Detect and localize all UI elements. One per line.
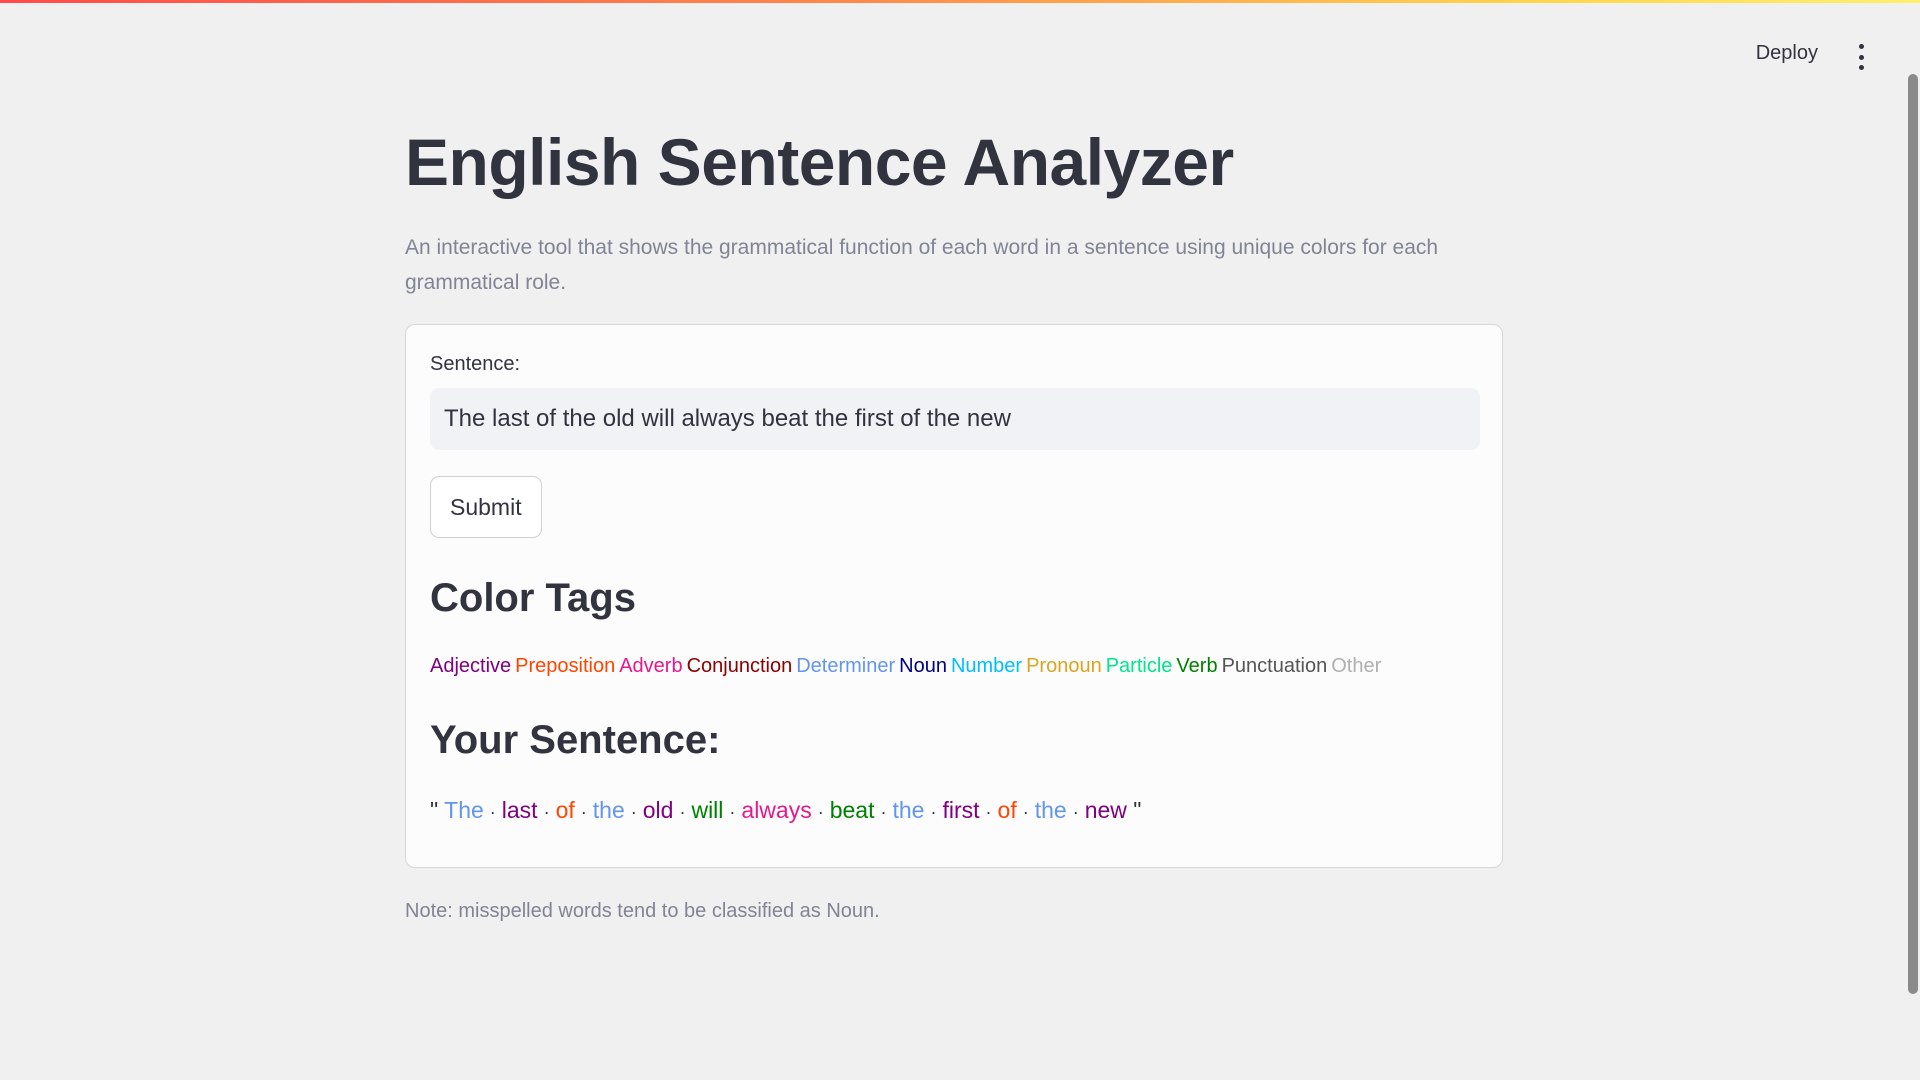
word-separator: ·	[543, 802, 550, 822]
color-tag-verb: Verb	[1176, 655, 1218, 677]
word-separator: ·	[1022, 802, 1029, 822]
color-tag-number: Number	[950, 655, 1023, 677]
word-separator: ·	[679, 802, 686, 822]
word-separator: ·	[630, 802, 637, 822]
color-tag-determiner: Determiner	[796, 655, 896, 677]
deploy-button[interactable]: Deploy	[1756, 42, 1818, 65]
vertical-scrollbar[interactable]	[1908, 74, 1918, 994]
analyzed-sentence: " The · last · of · the · old · will · always · beat · t…	[430, 797, 1478, 824]
sentence-word: first	[942, 797, 980, 823]
submit-button[interactable]: Submit	[430, 476, 542, 538]
sentence-word: the	[1034, 797, 1067, 823]
word-separator: ·	[817, 802, 824, 822]
color-tag-preposition: Preposition	[515, 655, 616, 677]
sentence-word: always	[741, 797, 812, 823]
color-tag-adjective: Adjective	[430, 655, 512, 677]
main-content: English Sentence Analyzer An interactive…	[405, 100, 1505, 923]
sentence-word: of	[555, 797, 575, 823]
sentence-word: new	[1084, 797, 1127, 823]
color-tags-legend: Adjective Preposition Adverb Conjunction Det…	[430, 655, 1478, 678]
sentence-input[interactable]	[430, 388, 1480, 450]
kebab-dot	[1858, 54, 1864, 60]
sentence-label: Sentence:	[430, 353, 521, 375]
word-separator: ·	[985, 802, 992, 822]
color-tags-heading: Color Tags	[430, 576, 636, 620]
word-separator: ·	[729, 802, 736, 822]
sentence-word: the	[892, 797, 925, 823]
color-tag-punctuation: Punctuation	[1221, 655, 1328, 677]
sentence-word: will	[691, 797, 724, 823]
page-description: An interactive tool that shows the gramm…	[405, 236, 1439, 294]
color-tag-pronoun: Pronoun	[1026, 655, 1102, 677]
sentence-word: beat	[829, 797, 875, 823]
app-header: Deploy	[0, 0, 1920, 110]
word-separator: ·	[880, 802, 887, 822]
kebab-dot	[1858, 44, 1864, 49]
color-tag-particle: Particle	[1105, 655, 1173, 677]
kebab-menu-icon[interactable]	[1850, 44, 1872, 70]
sentence-word: The	[444, 797, 484, 823]
your-sentence-heading: Your Sentence:	[430, 718, 721, 762]
quote-open: "	[430, 797, 445, 823]
word-separator: ·	[1072, 802, 1079, 822]
sentence-word: last	[501, 797, 538, 823]
quote-close: "	[1126, 797, 1142, 823]
sentence-word: the	[592, 797, 625, 823]
color-tag-other: Other	[1331, 655, 1382, 677]
word-separator: ·	[489, 802, 496, 822]
kebab-dot	[1858, 65, 1864, 70]
sentence-form: Sentence: Submit Color Tags AdjectivePre…	[405, 324, 1503, 868]
color-tag-conjunction: Conjunction	[686, 655, 793, 677]
sentence-word: old	[642, 797, 674, 823]
word-separator: ·	[930, 802, 937, 822]
page-title: English Sentence Analyzer	[405, 125, 1234, 199]
color-tag-adverb: Adverb	[619, 655, 683, 677]
note-text: Note: misspelled words tend to be classi…	[405, 900, 880, 922]
word-separator: ·	[580, 802, 587, 822]
sentence-word: of	[997, 797, 1017, 823]
color-tag-noun: Noun	[899, 655, 947, 677]
